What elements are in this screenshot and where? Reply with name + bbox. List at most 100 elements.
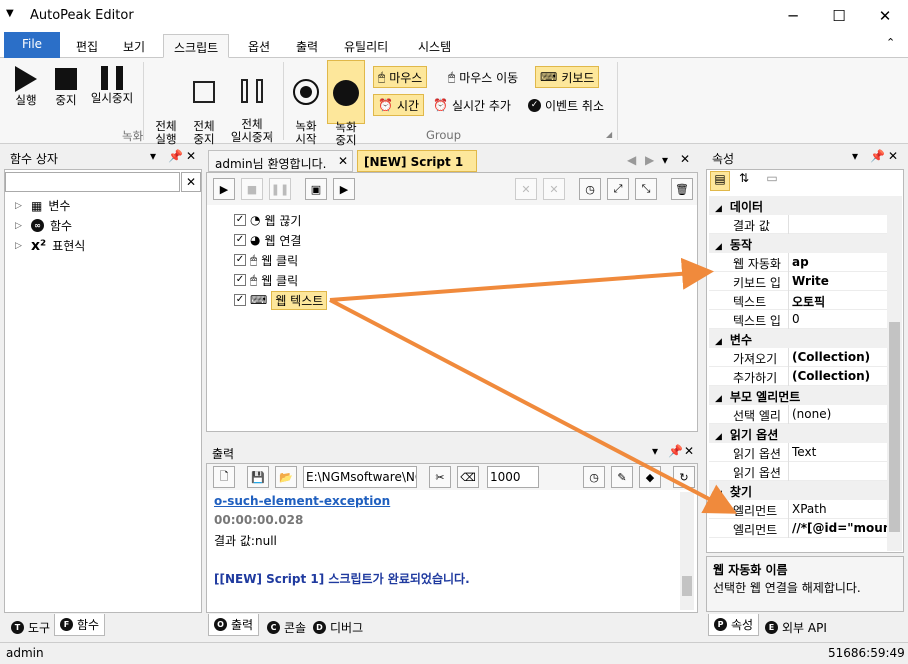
expand-icon[interactable]: ▷ xyxy=(15,221,25,231)
close-doc-icon[interactable]: ✕ xyxy=(680,152,690,166)
timer-button[interactable]: ◷ xyxy=(579,178,601,200)
scroll-right-icon[interactable]: ▶ xyxy=(645,153,654,167)
clock-button[interactable]: ◷ xyxy=(583,466,605,488)
dropdown-icon[interactable]: ▾ xyxy=(662,153,668,167)
prop-row[interactable]: 웹 자동화 ap xyxy=(709,253,887,272)
minimize-button[interactable]: ─ xyxy=(770,0,816,32)
property-scrollbar[interactable] xyxy=(887,196,902,551)
script-row[interactable]: ✓ 🖱 웹 클릭 xyxy=(234,251,298,269)
clear-icon-button[interactable]: ✂ xyxy=(429,466,451,488)
tab-tools[interactable]: T 도구 xyxy=(6,616,55,638)
tab-script[interactable]: 스크립트 xyxy=(163,34,230,58)
function-search-input[interactable] xyxy=(5,172,180,192)
step-over-button[interactable]: ▶ xyxy=(333,178,355,200)
refresh-button[interactable]: ↻ xyxy=(673,466,695,488)
pin-icon[interactable]: 📌 xyxy=(870,149,885,163)
tab-options[interactable]: 옵션 xyxy=(238,34,280,58)
stop-button[interactable]: 중지 xyxy=(48,66,84,107)
tree-item-expression[interactable]: ▷ x² 표현식 xyxy=(15,237,85,254)
prop-category-parent[interactable]: ◢ 부모 엘리먼트 xyxy=(709,386,887,405)
run-button[interactable]: 실행 xyxy=(8,66,44,107)
prop-row[interactable]: 선택 엘리 (none) xyxy=(709,405,887,424)
row-checkbox[interactable]: ✓ xyxy=(234,214,246,226)
eraser-button[interactable]: ⌫ xyxy=(457,466,479,488)
tab-debug[interactable]: D 디버그 xyxy=(308,616,368,638)
save-button[interactable]: 💾 xyxy=(247,466,269,488)
prop-category-read[interactable]: ◢ 읽기 옵션 xyxy=(709,424,887,443)
script-row-selected[interactable]: ✓ ⌨ 웹 텍스트 xyxy=(234,290,328,310)
tab-properties[interactable]: P 속성 xyxy=(708,614,760,636)
time-button[interactable]: ⏰ 시간 xyxy=(373,94,425,116)
record-start-button[interactable]: 녹화 시작 xyxy=(288,66,324,159)
line-count-input[interactable]: 1000 xyxy=(487,466,539,488)
prop-row[interactable]: 결과 값 xyxy=(709,215,887,234)
prop-row[interactable]: 읽기 옵션 Text xyxy=(709,443,887,462)
prop-row[interactable]: 엘리먼트//*[@id="mount xyxy=(709,519,887,538)
tree-item-variable[interactable]: ▷ ▦ 변수 xyxy=(15,197,70,214)
tab-system[interactable]: 시스템 xyxy=(408,34,461,58)
collapse-ribbon-icon[interactable]: ⌃ xyxy=(886,36,895,49)
dropdown-icon[interactable]: ▾ xyxy=(852,149,858,163)
row-checkbox[interactable]: ✓ xyxy=(234,254,246,266)
tab-functions[interactable]: F 함수 xyxy=(54,614,106,636)
row-checkbox[interactable]: ✓ xyxy=(234,274,246,286)
property-pages-icon[interactable]: ▭ xyxy=(762,171,782,191)
pause-button[interactable]: 일시중지 xyxy=(86,66,138,105)
prop-row[interactable]: 텍스트 입0 xyxy=(709,310,887,329)
tree-item-function[interactable]: ▷ ∞ 함수 xyxy=(15,217,72,234)
row-checkbox[interactable]: ✓ xyxy=(234,294,246,306)
expand-button[interactable]: ⤢ xyxy=(607,178,629,200)
dialog-launcher-icon[interactable]: ◢ xyxy=(606,130,612,139)
delete-button[interactable]: 🗑 xyxy=(671,178,693,200)
close-panel-icon[interactable]: ✕ xyxy=(186,149,196,163)
pause-script-button[interactable]: ❚❚ xyxy=(269,178,291,200)
tab-output-panel[interactable]: O 출력 xyxy=(208,614,260,636)
doc-tab-welcome[interactable]: admin님 환영합니다. ✕ xyxy=(208,150,353,172)
maximize-button[interactable]: ☐ xyxy=(816,0,862,32)
run-script-button[interactable]: ▶ xyxy=(213,178,235,200)
script-row[interactable]: ✓ ◕ 웹 연결 xyxy=(234,231,301,249)
prop-row[interactable]: 엘리먼트 XPath xyxy=(709,500,887,519)
close-panel-icon[interactable]: ✕ xyxy=(888,149,898,163)
pin-icon[interactable]: 📌 xyxy=(168,149,183,163)
script-row[interactable]: ✓ ◔ 웹 끊기 xyxy=(234,211,301,229)
expand-icon[interactable]: ▷ xyxy=(15,201,25,211)
close-tab-icon[interactable]: ✕ xyxy=(338,154,348,168)
prop-row[interactable]: 추가하기 (Collection) xyxy=(709,367,887,386)
realtime-add-button[interactable]: ⏰ 실시간 추가 xyxy=(429,94,515,116)
mouse-move-button[interactable]: 🖱 마우스 이동 xyxy=(444,66,522,88)
close-panel-icon[interactable]: ✕ xyxy=(684,444,694,458)
output-path-input[interactable]: E:\NGMsoftware\NG xyxy=(303,466,417,488)
tab-console[interactable]: C 콘솔 xyxy=(262,616,311,638)
prop-category-data[interactable]: ◢ 데이터 xyxy=(709,196,887,215)
new-doc-button[interactable]: 🗋 xyxy=(213,466,235,488)
tab-output[interactable]: 출력 xyxy=(286,34,328,58)
output-scrollbar[interactable] xyxy=(680,492,694,610)
sort-alpha-icon[interactable]: ⇅ xyxy=(734,171,754,191)
collapse-button[interactable]: ⤡ xyxy=(635,178,657,200)
categorized-icon[interactable]: ▤ xyxy=(710,171,730,191)
prop-row[interactable]: 읽기 옵션 xyxy=(709,462,887,481)
scrollbar-thumb[interactable] xyxy=(682,576,692,596)
tab-utility[interactable]: 유틸리티 xyxy=(334,34,398,58)
prop-row[interactable]: 가져오기 (Collection) xyxy=(709,348,887,367)
mouse-button[interactable]: 🖱 마우스 xyxy=(373,66,428,88)
pin-icon[interactable]: 📌 xyxy=(668,444,683,458)
row-checkbox[interactable]: ✓ xyxy=(234,234,246,246)
disable-all-button[interactable]: ✕ xyxy=(543,178,565,200)
tab-edit[interactable]: 편집 xyxy=(66,34,108,58)
keyboard-button[interactable]: ⌨ 키보드 xyxy=(535,66,600,88)
scroll-left-icon[interactable]: ◀ xyxy=(627,153,636,167)
script-row[interactable]: ✓ 🖱 웹 클릭 xyxy=(234,271,298,289)
output-line[interactable]: o-such-element-exception xyxy=(214,494,390,508)
search-clear-button[interactable]: ✕ xyxy=(181,172,201,192)
system-menu-icon[interactable]: ▼ xyxy=(6,8,14,19)
dialog-launcher-icon[interactable]: ◢ xyxy=(266,130,272,139)
dropdown-icon[interactable]: ▾ xyxy=(150,149,156,163)
close-button[interactable]: ✕ xyxy=(862,0,908,32)
dropdown-icon[interactable]: ▾ xyxy=(652,444,658,458)
tab-file[interactable]: File xyxy=(4,32,60,58)
disable-button[interactable]: ✕ xyxy=(515,178,537,200)
expand-icon[interactable]: ▷ xyxy=(15,241,25,251)
prop-row[interactable]: 키보드 입 Write xyxy=(709,272,887,291)
